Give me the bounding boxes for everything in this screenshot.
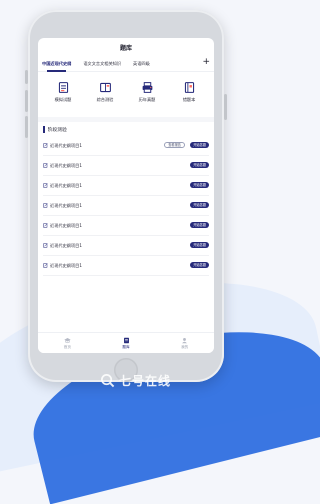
quiz-name: 近现代史纲项目1 bbox=[50, 142, 82, 148]
start-quiz-button[interactable]: 开始答题 bbox=[190, 262, 209, 268]
phone-power-button bbox=[224, 94, 227, 120]
tab-classical-chinese[interactable]: 语文文言文相关知识 bbox=[83, 61, 121, 67]
list-icon bbox=[123, 337, 129, 343]
start-quiz-button[interactable]: 开始答题 bbox=[190, 162, 209, 168]
category-label: 综合测验 bbox=[96, 97, 114, 102]
list-item[interactable]: 近现代史纲项目1 开始答题 bbox=[43, 176, 209, 196]
edit-icon bbox=[43, 183, 48, 188]
start-quiz-button[interactable]: 开始答题 bbox=[190, 182, 209, 188]
list-item[interactable]: 近现代史纲项目1 开始答题 bbox=[43, 256, 209, 276]
notebook-icon bbox=[184, 82, 194, 93]
bottom-nav: 首页 题库 我的 bbox=[38, 332, 214, 353]
category-grid: 模拟试题 综合测验 历年真题 错题本 bbox=[38, 72, 214, 117]
list-item[interactable]: 近现代史纲项目1 开始答题 bbox=[43, 216, 209, 236]
section-accent-bar bbox=[43, 125, 45, 133]
list-item[interactable]: 近现代史纲项目1 开始答题 bbox=[43, 156, 209, 176]
edit-icon bbox=[43, 143, 48, 148]
start-quiz-button[interactable]: 开始答题 bbox=[190, 242, 209, 248]
edit-icon bbox=[43, 223, 48, 228]
nav-item-question-bank[interactable]: 题库 bbox=[97, 333, 156, 353]
phone-volume-up bbox=[25, 90, 28, 112]
nav-label: 我的 bbox=[181, 344, 189, 349]
phone-side-button bbox=[25, 70, 28, 84]
category-comprehensive-test[interactable]: 综合测验 bbox=[88, 81, 122, 117]
nav-item-home[interactable]: 首页 bbox=[38, 333, 97, 353]
subject-tabs: 中国近现代史纲 语文文言文相关知识 英语四级 + bbox=[38, 56, 214, 72]
phone-frame: 题库 中国近现代史纲 语文文言文相关知识 英语四级 + 模拟试题 综合测验 历年… bbox=[25, 10, 227, 382]
list-item[interactable]: 近现代史纲项目1 开始答题 bbox=[43, 196, 209, 216]
section-title: 阶段测验 bbox=[47, 127, 67, 133]
quiz-list: 近现代史纲项目1 查看报告 开始答题 近现代史纲项目1 开始答题 近现代史纲项目… bbox=[38, 136, 214, 276]
edit-icon bbox=[43, 243, 48, 248]
edit-icon bbox=[43, 203, 48, 208]
view-report-button[interactable]: 查看报告 bbox=[164, 142, 185, 148]
quiz-name: 近现代史纲项目1 bbox=[50, 162, 82, 168]
quiz-name: 近现代史纲项目1 bbox=[50, 222, 82, 228]
printer-icon bbox=[142, 82, 152, 93]
quiz-name: 近现代史纲项目1 bbox=[50, 242, 82, 248]
category-label: 历年真题 bbox=[138, 97, 156, 102]
list-item[interactable]: 近现代史纲项目1 查看报告 开始答题 bbox=[43, 136, 209, 156]
category-wrong-answers[interactable]: 错题本 bbox=[172, 81, 206, 117]
section-header: 阶段测验 bbox=[38, 122, 214, 136]
add-tab-button[interactable]: + bbox=[202, 57, 210, 67]
category-mock-exam[interactable]: 模拟试题 bbox=[46, 81, 80, 117]
list-item[interactable]: 近现代史纲项目1 开始答题 bbox=[43, 236, 209, 256]
phone-volume-down bbox=[25, 116, 28, 138]
quiz-name: 近现代史纲项目1 bbox=[50, 262, 82, 268]
category-label: 错题本 bbox=[182, 97, 196, 102]
document-icon bbox=[58, 82, 68, 93]
phone-screen: 题库 中国近现代史纲 语文文言文相关知识 英语四级 + 模拟试题 综合测验 历年… bbox=[38, 38, 214, 353]
start-quiz-button[interactable]: 开始答题 bbox=[190, 222, 209, 228]
edit-icon bbox=[43, 263, 48, 268]
category-past-exams[interactable]: 历年真题 bbox=[130, 81, 164, 117]
user-icon bbox=[182, 337, 188, 343]
quiz-name: 近现代史纲项目1 bbox=[50, 202, 82, 208]
start-quiz-button[interactable]: 开始答题 bbox=[190, 142, 209, 148]
watermark: 七号在线 bbox=[100, 372, 171, 389]
edit-icon bbox=[43, 163, 48, 168]
category-label: 模拟试题 bbox=[54, 97, 72, 102]
watermark-text: 七号在线 bbox=[119, 374, 172, 388]
search-icon bbox=[101, 374, 115, 388]
graduation-cap-icon bbox=[64, 337, 71, 343]
nav-item-profile[interactable]: 我的 bbox=[155, 333, 214, 353]
tab-modern-history[interactable]: 中国近现代史纲 bbox=[42, 61, 71, 72]
page-title: 题库 bbox=[119, 44, 132, 52]
tab-english-cet4[interactable]: 英语四级 bbox=[133, 61, 150, 67]
book-icon bbox=[99, 82, 111, 93]
start-quiz-button[interactable]: 开始答题 bbox=[190, 202, 209, 208]
quiz-name: 近现代史纲项目1 bbox=[50, 182, 82, 188]
nav-label: 首页 bbox=[63, 344, 71, 349]
nav-label: 题库 bbox=[122, 344, 130, 349]
